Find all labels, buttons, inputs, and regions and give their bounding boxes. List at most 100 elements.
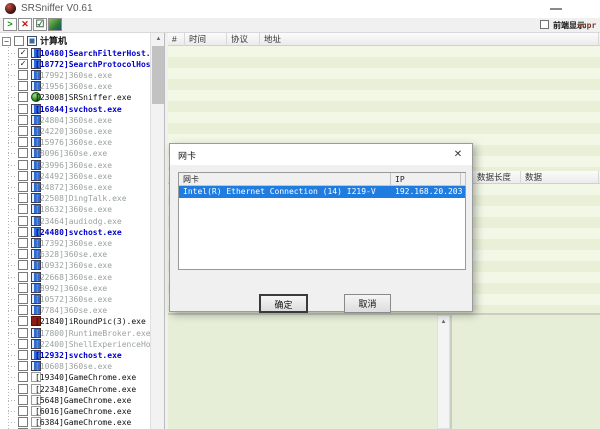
process-label: [24804]360se.exe <box>35 115 113 125</box>
tree-scrollbar[interactable]: ▲ <box>150 33 164 429</box>
tree-connector-stub <box>8 164 16 166</box>
process-checkbox[interactable] <box>18 159 28 170</box>
process-label: [8096]360se.exe <box>35 149 108 159</box>
process-label: [10932]360se.exe <box>35 261 113 271</box>
process-checkbox[interactable] <box>18 305 28 316</box>
tree-connector-stub <box>8 242 16 244</box>
ip-column-header[interactable]: IP <box>391 173 461 186</box>
process-label: [23996]360se.exe <box>35 160 113 170</box>
toolbar: > ✕ ☑ 前端显示 supr <box>0 18 600 32</box>
process-label: [5648]GameChrome.exe <box>35 395 132 405</box>
packet-column-header[interactable]: 协议 <box>227 33 260 46</box>
process-checkbox[interactable] <box>18 260 28 271</box>
data-column-header[interactable]: 数据 <box>521 171 599 184</box>
tree-scrollbar-thumb[interactable] <box>152 46 164 104</box>
scroll-up-icon[interactable]: ▲ <box>151 33 164 45</box>
process-checkbox[interactable] <box>18 271 28 282</box>
front-display-checkbox[interactable] <box>540 20 549 29</box>
tree-root-checkbox[interactable] <box>14 36 24 46</box>
process-checkbox[interactable] <box>18 69 28 80</box>
process-checkbox[interactable] <box>18 148 28 159</box>
minimize-button[interactable] <box>550 8 562 10</box>
scroll-up-icon[interactable]: ▲ <box>438 316 449 328</box>
detail-pane-scrollbar[interactable]: ▲ <box>437 315 450 429</box>
tree-connector-stub <box>8 422 16 424</box>
process-label: [15976]360se.exe <box>35 138 113 148</box>
collapse-icon[interactable]: − <box>2 37 11 46</box>
dialog-title: 网卡 <box>178 151 197 161</box>
packet-column-header[interactable]: 地址 <box>260 33 599 46</box>
process-checkbox[interactable] <box>18 327 28 338</box>
process-checkbox[interactable] <box>18 204 28 215</box>
tree-connector-stub <box>8 108 16 110</box>
packet-column-header[interactable]: 时间 <box>185 33 227 46</box>
process-checkbox[interactable] <box>18 372 28 383</box>
process-checkbox[interactable] <box>18 417 28 428</box>
process-label: [17992]360se.exe <box>35 70 113 80</box>
process-checkbox[interactable] <box>18 338 28 349</box>
process-label: [22508]DingTalk.exe <box>35 194 127 204</box>
process-label: [18632]360se.exe <box>35 205 113 215</box>
adapter-row[interactable]: Intel(R) Ethernet Connection (14) I219-V… <box>179 186 465 198</box>
detail-pane-right[interactable] <box>452 315 600 429</box>
process-checkbox[interactable] <box>18 193 28 204</box>
process-checkbox[interactable] <box>18 349 28 360</box>
tree-connector-stub <box>8 332 16 334</box>
process-checkbox[interactable] <box>18 81 28 92</box>
process-label: [22400]ShellExperienceHost.exe <box>35 339 151 349</box>
process-label: [23008]SRSniffer.exe <box>35 93 132 103</box>
process-checkbox[interactable] <box>18 103 28 114</box>
process-checkbox[interactable] <box>18 215 28 226</box>
process-checkbox[interactable] <box>18 282 28 293</box>
process-checkbox[interactable] <box>18 361 28 372</box>
tree-connector-stub <box>8 276 16 278</box>
app-icon <box>5 3 16 14</box>
process-label: [21956]360se.exe <box>35 82 113 92</box>
ok-button[interactable]: 确定 <box>259 294 308 313</box>
data-column-header[interactable]: 数据长度 <box>473 171 521 184</box>
tree-connector-stub <box>8 254 16 256</box>
tree-connector-stub <box>8 119 16 121</box>
process-checkbox[interactable] <box>18 405 28 416</box>
stop-capture-button[interactable]: ✕ <box>18 18 32 31</box>
cancel-button[interactable]: 取消 <box>344 294 391 313</box>
process-checkbox[interactable]: ✓ <box>18 58 28 69</box>
dialog-title-bar: 网卡 ✕ <box>170 144 472 165</box>
process-checkbox[interactable] <box>18 316 28 327</box>
tree-connector-stub <box>8 86 16 88</box>
process-label: [17392]360se.exe <box>35 238 113 248</box>
packet-column-header[interactable]: # <box>168 33 185 46</box>
process-checkbox[interactable]: ✓ <box>18 47 28 58</box>
process-checkbox[interactable] <box>18 383 28 394</box>
process-checkbox[interactable] <box>18 125 28 136</box>
adapter-select-button[interactable] <box>48 18 62 31</box>
process-checkbox[interactable] <box>18 226 28 237</box>
process-label: [24480]svchost.exe <box>35 227 122 237</box>
process-label: [22668]360se.exe <box>35 272 113 282</box>
process-checkbox[interactable] <box>18 181 28 192</box>
tree-connector-stub <box>8 220 16 222</box>
start-capture-button[interactable]: > <box>3 18 17 31</box>
process-checkbox[interactable] <box>18 114 28 125</box>
detail-pane-left[interactable] <box>168 315 437 429</box>
process-checkbox[interactable] <box>18 237 28 248</box>
process-label: [6328]360se.exe <box>35 250 108 260</box>
process-label: [22348]GameChrome.exe <box>35 384 137 394</box>
tree-connector-stub <box>8 63 16 65</box>
process-checkbox[interactable] <box>18 293 28 304</box>
process-checkbox[interactable] <box>18 249 28 260</box>
process-checkbox[interactable] <box>18 394 28 405</box>
spacer-column-header <box>461 173 466 186</box>
options-button[interactable]: ☑ <box>33 18 47 31</box>
process-label: [19340]GameChrome.exe <box>35 373 137 383</box>
process-label: [8992]360se.exe <box>35 283 108 293</box>
adapter-column-header[interactable]: 网卡 <box>179 173 391 186</box>
title-bar: SRSniffer V0.61 <box>0 0 600 18</box>
process-label: [18772]SearchProtocolHost.exe <box>35 59 151 69</box>
adapter-table: 网卡 IP Intel(R) Ethernet Connection (14) … <box>178 172 466 270</box>
process-checkbox[interactable] <box>18 137 28 148</box>
tree-connector-stub <box>8 231 16 233</box>
process-checkbox[interactable] <box>18 92 28 103</box>
process-checkbox[interactable] <box>18 170 28 181</box>
dialog-close-icon[interactable]: ✕ <box>451 148 465 162</box>
